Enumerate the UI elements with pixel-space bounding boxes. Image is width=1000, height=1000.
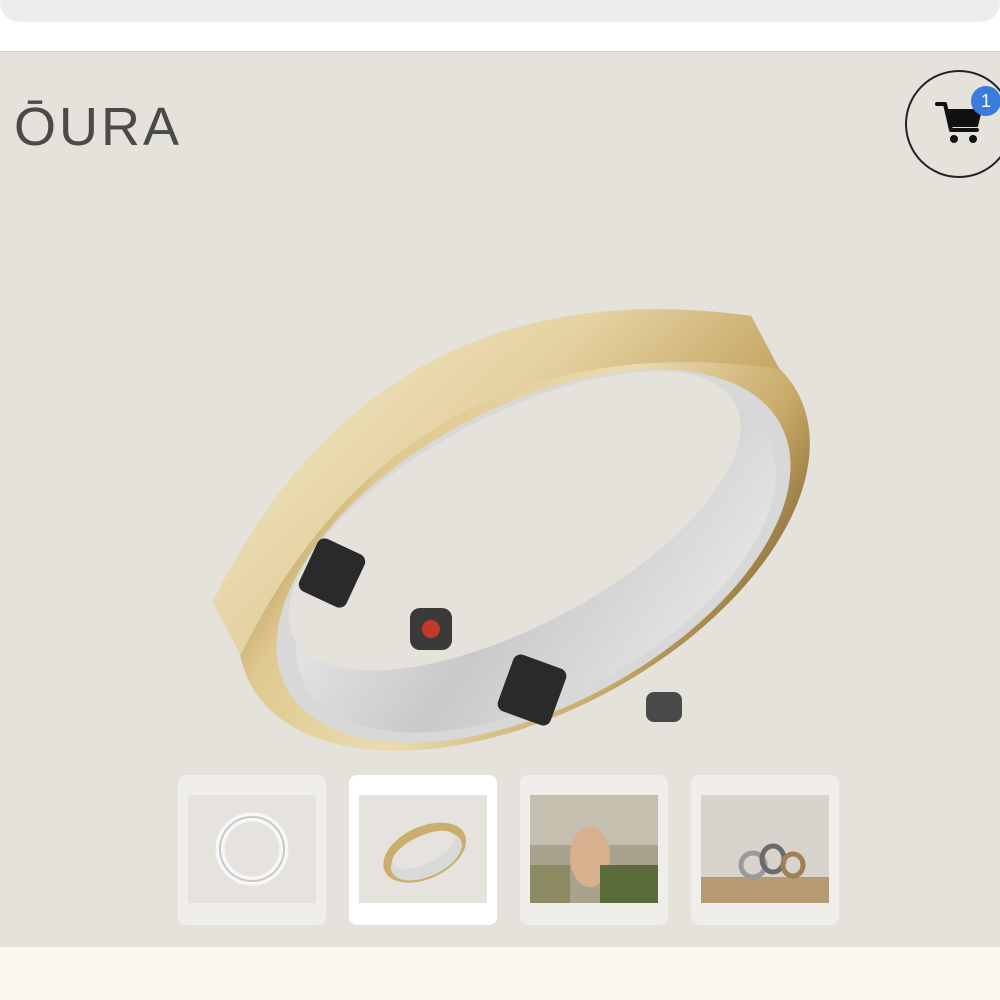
footer-band (0, 947, 1000, 1000)
thumbnail-gallery (178, 775, 842, 925)
thumbnail-4[interactable] (691, 775, 839, 925)
thumbnail-1[interactable] (178, 775, 326, 925)
cart-button[interactable]: 1 (905, 70, 1000, 178)
thumbnail-3[interactable] (520, 775, 668, 925)
gold-ring-thumbnail (359, 795, 487, 903)
browser-address-strip[interactable] (0, 0, 1000, 22)
oura-logo[interactable]: ŌURA (14, 100, 182, 154)
hand-plants-thumbnail (530, 795, 658, 903)
rings-shelf-thumbnail (701, 795, 829, 903)
browser-top-bar (0, 0, 1000, 52)
cart-count-badge: 1 (971, 86, 1000, 116)
silver-ring-thumbnail (188, 795, 316, 903)
product-hero-image[interactable] (160, 182, 860, 802)
product-page: ŌURA 1 (0, 52, 1000, 947)
thumbnail-2[interactable] (349, 775, 497, 925)
